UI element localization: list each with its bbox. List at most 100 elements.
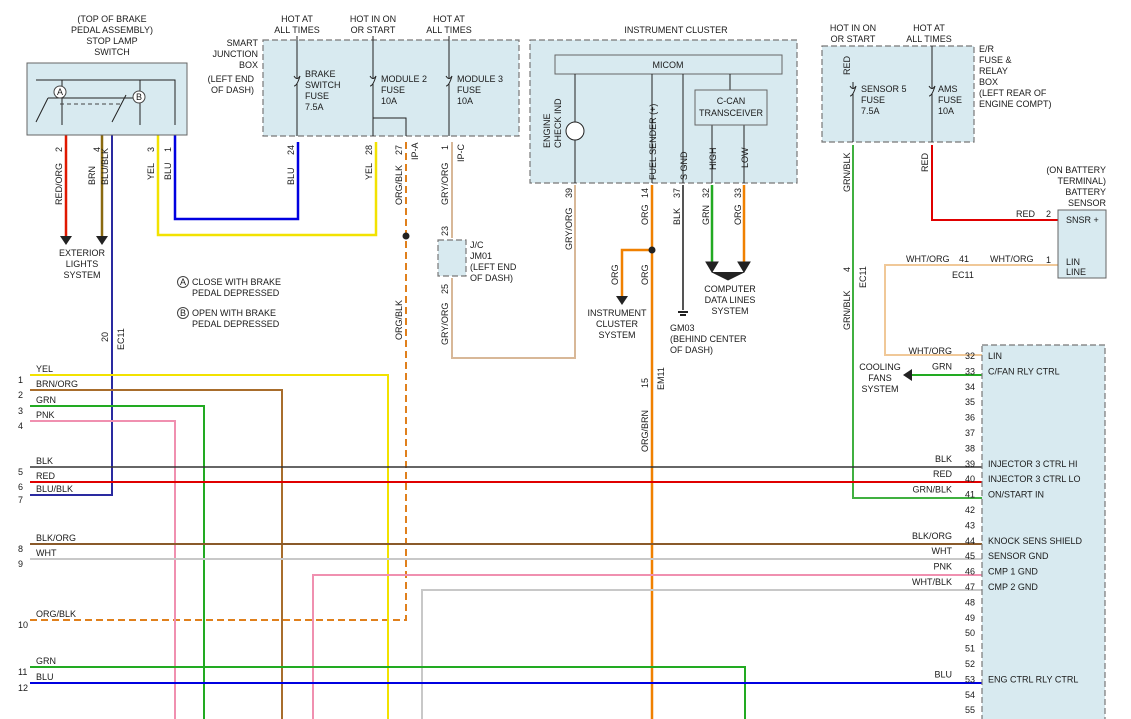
jc-pin-bottom: 25 — [440, 284, 450, 294]
bs-caption-3: BATTERY — [1065, 187, 1106, 197]
ccan-1: C-CAN — [717, 96, 746, 106]
ecm-pin-row: 52 — [965, 659, 975, 669]
ecm-pin-wire-label: BLK/ORG — [912, 531, 952, 541]
em11-conn: EM11 — [656, 367, 666, 390]
wire-grn-blk-er — [852, 145, 982, 499]
high-label: HIGH — [708, 148, 718, 171]
harness-ref-number: 8 — [18, 544, 23, 554]
er-fuse1-2: FUSE — [861, 95, 885, 105]
ec11-left-pin: 20 — [100, 332, 110, 342]
ecm-pin-number: 44 — [965, 536, 975, 546]
ecm-pin-row: 54 — [965, 690, 975, 700]
harness-wire-label: BLK/ORG — [36, 533, 76, 543]
wire-label-yel-28: YEL — [364, 163, 374, 180]
stop-lamp-switch-box — [26, 62, 188, 136]
ecm-pin-row: 34 — [965, 382, 975, 392]
er-fuse-box: HOT IN ON OR START HOT AT ALL TIMES RED … — [821, 23, 1052, 192]
wire-brn-org-2 — [30, 389, 283, 719]
sjb-pin-1: 1 — [440, 145, 450, 150]
er-feed2-l1: HOT AT — [913, 23, 945, 33]
sjb-fuse3-2: FUSE — [457, 85, 481, 95]
harness-wire-label: BLU — [36, 672, 54, 682]
ic-system-wire: ORG — [610, 264, 620, 285]
instrument-cluster: INSTRUMENT CLUSTER MICOM ENGINE CHECK IN… — [529, 25, 798, 452]
cooling-1: COOLING — [859, 362, 901, 372]
jc-jm01: 23 25 J/C JM01 (LEFT END OF DASH) GRY/OR… — [437, 226, 517, 345]
stop-pin-2: 2 — [54, 147, 64, 152]
wire-label-yel: YEL — [146, 163, 156, 180]
note-a-line1: CLOSE WITH BRAKE — [192, 277, 281, 287]
wire-label-gry-org-2: GRY/ORG — [440, 303, 450, 345]
wire-label-gry-org-39: GRY/ORG — [564, 208, 574, 250]
ic-system-2: CLUSTER — [596, 319, 639, 329]
stop-lamp-switch: (TOP OF BRAKE PEDAL ASSEMBLY) STOP LAMP … — [26, 14, 188, 350]
ecm-pin-number: 35 — [965, 397, 975, 407]
wire-blu-stop — [173, 135, 300, 221]
note-b-letter: B — [180, 308, 186, 318]
wire-org-blk — [30, 142, 407, 621]
fuel-sender-label: FUEL SENDER (+) — [648, 104, 658, 180]
ground-gm03 — [678, 311, 688, 316]
ecm-pin-number: 33 — [965, 366, 975, 376]
harness-ref-number: 6 — [18, 482, 23, 492]
wire-label-blu-blk: BLU/BLK — [100, 148, 110, 185]
contact-a-letter: A — [57, 87, 63, 97]
ecm-pin-row: 35 — [965, 397, 975, 407]
em11-pin: 15 — [640, 378, 650, 388]
harness-ref-number: 7 — [18, 495, 23, 505]
ecm-pin-wire-label: BLK — [935, 454, 952, 464]
ecm-pin-number: 41 — [965, 490, 975, 500]
sjb-pin-27: 27 — [394, 145, 404, 155]
bs-caption-4: SENSOR — [1068, 198, 1107, 208]
wire-label-blu: BLU — [163, 162, 173, 180]
gm03-3: OF DASH) — [670, 345, 713, 355]
ecm-pin-number: 50 — [965, 628, 975, 638]
gm03-2: (BEHIND CENTER — [670, 334, 747, 344]
sjb-fuse3-1: MODULE 3 — [457, 74, 503, 84]
low-label: LOW — [740, 147, 750, 168]
ic-pin-39: 39 — [564, 188, 574, 198]
wire-pnk-46 — [312, 574, 982, 719]
ec11r-wire-grn: GRN/BLK — [842, 290, 852, 330]
wire-label-brn: BRN — [87, 166, 97, 185]
sjb-pin-28: 28 — [364, 145, 374, 155]
sjb-fuse1-4: 7.5A — [305, 102, 324, 112]
sjb-feed2-l1: HOT IN ON — [350, 14, 396, 24]
jc-box — [437, 239, 467, 277]
ecm-box — [981, 344, 1106, 719]
arrow-data-lines — [705, 261, 751, 281]
ec11r-conn-v: EC11 — [858, 266, 868, 288]
jc-label-2: JM01 — [470, 251, 492, 261]
bs-pin-1-label-2: LINE — [1066, 267, 1086, 277]
arrow-ic-system — [616, 296, 628, 305]
exterior-lights-2: LIGHTS — [66, 259, 99, 269]
wire-label-grn-32: GRN — [701, 205, 711, 225]
ecm-pin-function: ON/START IN — [988, 490, 1044, 500]
ecm-pin-wire-label: GRN/BLK — [912, 485, 952, 495]
wire-label-blu-24: BLU — [286, 167, 296, 185]
wire-label-org-blk-27: ORG/BLK — [394, 165, 404, 205]
stop-lamp-caption-1: (TOP OF BRAKE — [77, 14, 146, 24]
wire-label-org-brn: ORG/BRN — [640, 410, 650, 452]
ecm-pin-function: C/FAN RLY CTRL — [988, 366, 1060, 376]
bs-pin-2: 2 — [1046, 209, 1051, 219]
harness-wire-label: BLU/BLK — [36, 484, 73, 494]
ecm-pin-row: 49 — [965, 613, 975, 623]
ecm-pin-number: 34 — [965, 382, 975, 392]
harness-ref-number: 2 — [18, 390, 23, 400]
contact-b-letter: B — [136, 92, 142, 102]
sjb-name-1: SMART — [227, 38, 259, 48]
bs-pin-1-label-1: LIN — [1066, 257, 1080, 267]
harness-wire-label: RED — [36, 471, 56, 481]
ecm-pin-function: INJECTOR 3 CTRL LO — [988, 474, 1081, 484]
jc-label-1: J/C — [470, 240, 484, 250]
sjb-feed3-l1: HOT AT — [433, 14, 465, 24]
ecm-pin-function: ENG CTRL RLY CTRL — [988, 674, 1078, 684]
ecm-pin-row: 55 — [965, 705, 975, 715]
ec11-left-connector: EC11 — [116, 328, 126, 350]
harness-wire-label: GRN — [36, 395, 56, 405]
ecm-pin-number: 39 — [965, 459, 975, 469]
sjb-fuse2-1: MODULE 2 — [381, 74, 427, 84]
ecm-pin-number: 46 — [965, 567, 975, 577]
ic-pin-37: 37 — [672, 188, 682, 198]
